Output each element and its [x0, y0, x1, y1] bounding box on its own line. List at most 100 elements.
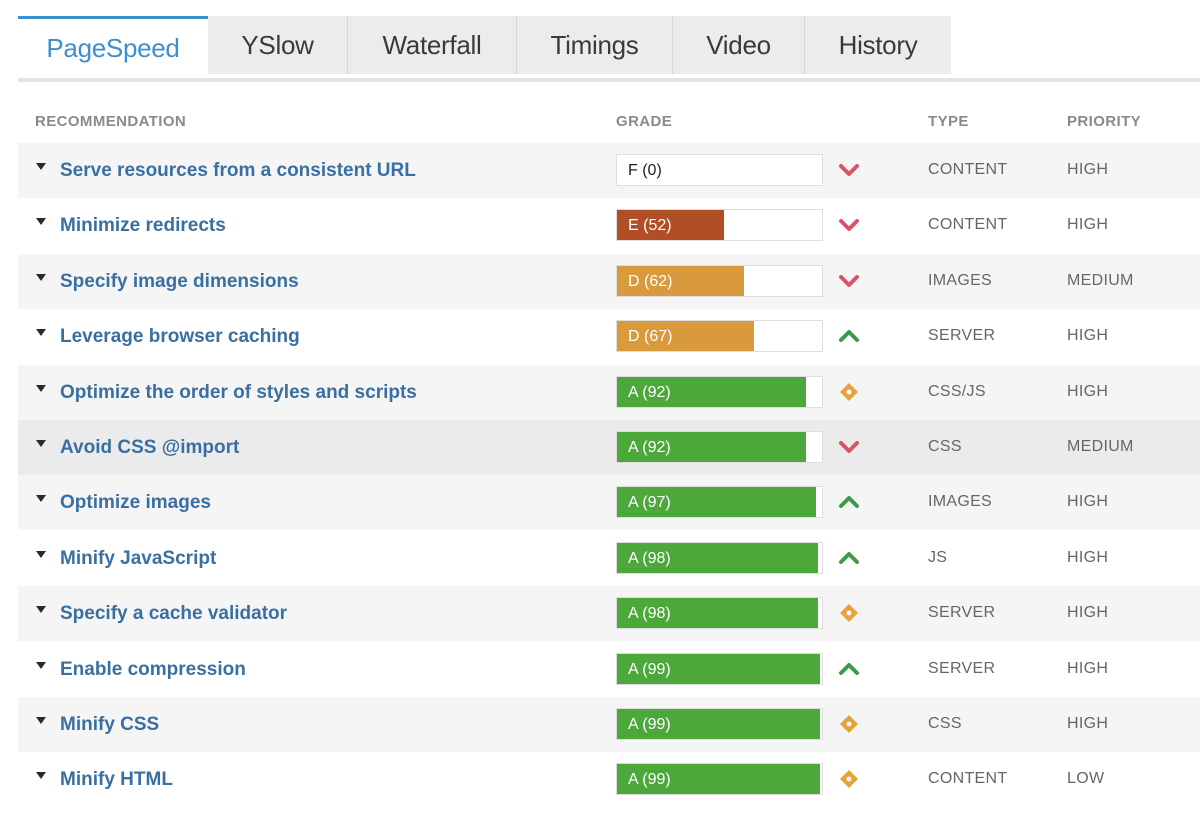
table-row[interactable]: Avoid CSS @import A (92) CSS MEDIUM — [18, 420, 1200, 475]
table-row[interactable]: Specify image dimensions D (62) IMAGES MEDI… — [18, 253, 1200, 309]
grade-bar: A (92) — [616, 375, 823, 408]
type-cell: SERVER — [928, 604, 996, 622]
caret-down-icon[interactable] — [36, 661, 46, 669]
tab-timings[interactable]: Timings — [517, 16, 673, 74]
type-cell: CSS/JS — [928, 382, 986, 400]
caret-down-icon[interactable] — [36, 440, 46, 447]
priority-cell: LOW — [1067, 770, 1105, 788]
chevron-up-icon — [839, 662, 859, 675]
caret-down-icon[interactable] — [36, 384, 46, 392]
chevron-down-icon — [839, 441, 859, 453]
chevron-up-icon — [839, 551, 859, 564]
grade-bar: A (99) — [616, 708, 823, 740]
priority-cell: HIGH — [1067, 659, 1109, 677]
recommendation-title[interactable]: Optimize images — [60, 492, 211, 514]
table-row[interactable]: Optimize the order of styles and scripts… — [18, 364, 1200, 420]
type-cell: IMAGES — [928, 493, 993, 511]
type-cell: CONTENT — [928, 161, 1008, 178]
priority-cell: MEDIUM — [1067, 438, 1134, 455]
caret-down-icon[interactable] — [36, 550, 46, 558]
priority-cell: HIGH — [1067, 604, 1109, 622]
tab-bar: PageSpeed YSlow Waterfall Timings Video … — [18, 16, 1200, 82]
grade-label: A (97) — [628, 494, 671, 512]
recommendation-title[interactable]: Serve resources from a consistent URL — [60, 160, 416, 182]
type-cell: CONTENT — [928, 216, 1008, 234]
grade-label: F (0) — [628, 162, 662, 179]
priority-cell: HIGH — [1067, 216, 1109, 234]
tab-pagespeed[interactable]: PageSpeed — [18, 16, 208, 78]
table-row[interactable]: Serve resources from a consistent URL F (… — [18, 143, 1200, 198]
table-row[interactable]: Leverage browser caching D (67) SERVER HIGH — [18, 309, 1200, 365]
grade-bar: D (62) — [616, 264, 823, 297]
recommendation-title[interactable]: Enable compression — [60, 659, 246, 681]
caret-down-icon[interactable] — [36, 273, 46, 281]
recommendation-title[interactable]: Leverage browser caching — [60, 326, 300, 348]
caret-down-icon[interactable] — [36, 772, 46, 780]
priority-cell: HIGH — [1067, 327, 1109, 345]
chevron-down-icon — [839, 219, 859, 232]
type-cell: JS — [928, 548, 948, 566]
recommendation-title[interactable]: Minimize redirects — [60, 215, 226, 237]
table-row[interactable]: Specify a cache validator A (98) SERVER HIG… — [18, 586, 1200, 642]
caret-down-icon[interactable] — [36, 606, 46, 614]
chevron-down-icon — [839, 274, 859, 287]
grade-bar: A (98) — [616, 597, 823, 630]
recommendation-title[interactable]: Optimize the order of styles and scripts — [60, 382, 417, 404]
type-cell: CSS — [928, 715, 962, 732]
chevron-down-icon — [839, 164, 859, 176]
grade-bar: D (67) — [616, 320, 823, 353]
caret-down-icon[interactable] — [36, 218, 46, 226]
recommendation-title[interactable]: Specify a cache validator — [60, 603, 287, 625]
grade-label: E (52) — [628, 217, 672, 235]
grade-bar: A (98) — [616, 541, 823, 574]
type-cell: IMAGES — [928, 271, 993, 289]
grade-label: A (99) — [628, 660, 671, 678]
table-row[interactable]: Enable compression A (99) SERVER HIGH — [18, 641, 1200, 697]
grade-label: A (98) — [628, 605, 671, 623]
grade-label: D (67) — [628, 328, 673, 346]
tab-waterfall[interactable]: Waterfall — [348, 16, 517, 74]
tab-history[interactable]: History — [805, 16, 951, 74]
tab-yslow[interactable]: YSlow — [208, 16, 348, 74]
priority-cell: HIGH — [1067, 715, 1109, 732]
diamond-icon — [840, 770, 858, 789]
recommendation-title[interactable]: Minify HTML — [60, 769, 173, 791]
header-priority[interactable]: PRIORITY — [1067, 113, 1141, 130]
grade-label: A (92) — [628, 383, 671, 401]
grade-bar: A (99) — [616, 652, 823, 685]
priority-cell: HIGH — [1067, 382, 1109, 400]
header-type[interactable]: TYPE — [928, 113, 969, 130]
grade-label: A (99) — [628, 716, 671, 733]
priority-cell: HIGH — [1067, 548, 1109, 566]
priority-cell: HIGH — [1067, 493, 1109, 511]
table-row[interactable]: Minify HTML A (99) CONTENT LOW — [18, 752, 1200, 808]
grade-label: A (92) — [628, 439, 671, 456]
table-row[interactable]: Minimize redirects E (52) CONTENT HIGH — [18, 198, 1200, 254]
grade-bar: E (52) — [616, 209, 823, 242]
recommendation-title[interactable]: Minify CSS — [60, 714, 159, 736]
table-row[interactable]: Minify CSS A (99) CSS HIGH — [18, 697, 1200, 752]
table-row[interactable]: Optimize images A (97) IMAGES HIGH — [18, 475, 1200, 531]
grade-label: D (62) — [628, 272, 673, 290]
caret-down-icon[interactable] — [36, 163, 46, 170]
caret-down-icon[interactable] — [36, 495, 46, 503]
recommendation-title[interactable]: Avoid CSS @import — [60, 437, 239, 459]
header-grade[interactable]: GRADE — [616, 113, 672, 130]
type-cell: CSS — [928, 438, 962, 455]
grade-bar: A (97) — [616, 486, 823, 519]
chevron-up-icon — [839, 330, 859, 343]
tab-video[interactable]: Video — [673, 16, 805, 74]
diamond-icon — [840, 382, 858, 401]
diamond-icon — [840, 604, 858, 623]
caret-down-icon[interactable] — [36, 329, 46, 337]
type-cell: SERVER — [928, 327, 996, 345]
recommendation-title[interactable]: Specify image dimensions — [60, 271, 299, 293]
diamond-icon — [840, 715, 858, 733]
table-row[interactable]: Minify JavaScript A (98) JS HIGH — [18, 530, 1200, 586]
caret-down-icon[interactable] — [36, 717, 46, 724]
grade-label: A (98) — [628, 549, 671, 567]
header-recommendation[interactable]: RECOMMENDATION — [35, 113, 186, 130]
grade-bar: A (99) — [616, 763, 823, 796]
recommendation-title[interactable]: Minify JavaScript — [60, 548, 216, 570]
priority-cell: MEDIUM — [1067, 271, 1134, 289]
